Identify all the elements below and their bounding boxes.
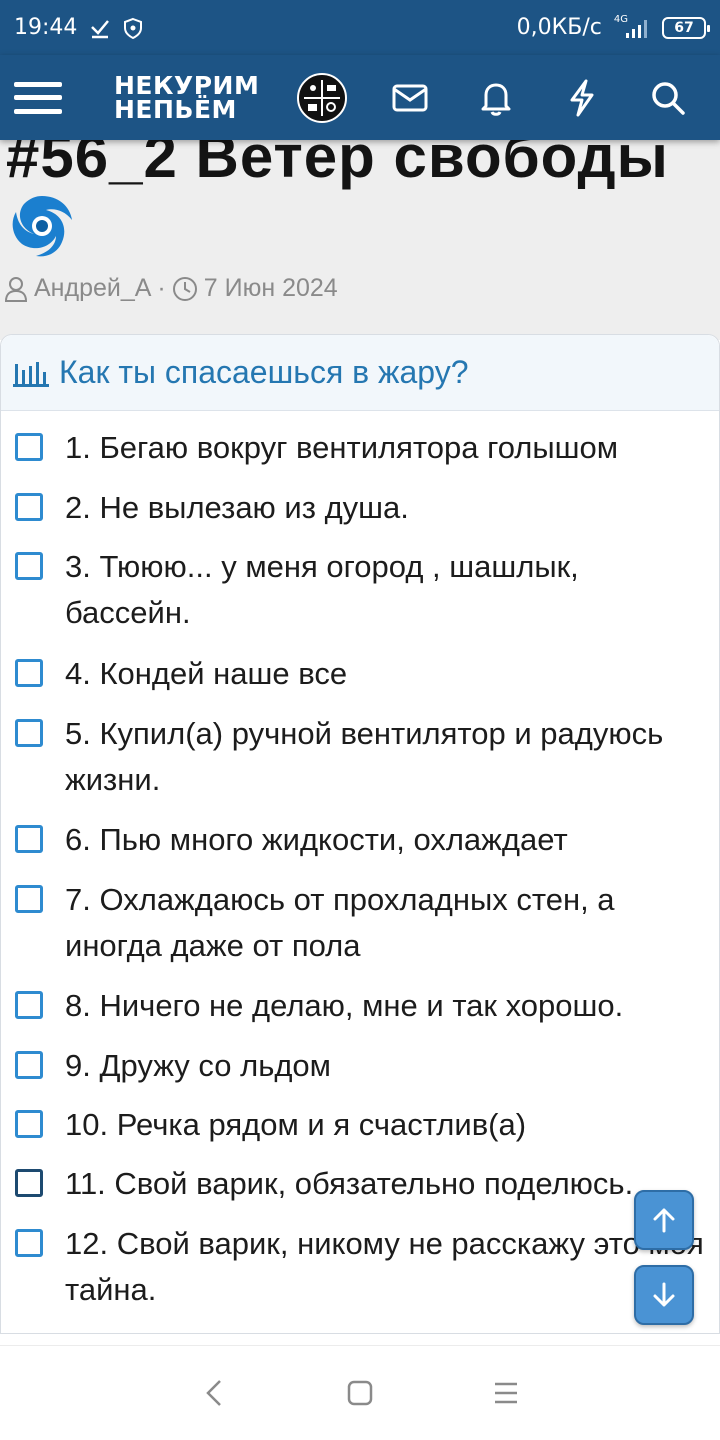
poll-option-4[interactable]: 4. Кондей наше все — [1, 651, 720, 697]
option-label: 2. Не вылезаю из душа. — [65, 490, 409, 525]
option-label: 4. Кондей наше все — [65, 656, 348, 691]
logo-line-1: НЕКУРИМ — [114, 70, 260, 100]
logo-badge-icon — [297, 72, 348, 123]
battery-icon: 67 — [662, 16, 710, 39]
option-checkbox[interactable] — [15, 885, 43, 913]
option-label: 9. Дружу со льдом — [65, 1048, 331, 1083]
lightning-icon[interactable] — [563, 79, 601, 117]
system-nav-bar — [0, 1345, 720, 1440]
back-icon[interactable] — [196, 1375, 232, 1411]
option-checkbox[interactable] — [15, 1169, 43, 1197]
option-label: 10. Речка рядом и я счастлив(а) — [65, 1107, 527, 1142]
home-icon[interactable] — [342, 1375, 378, 1411]
bar-chart-icon — [13, 361, 49, 387]
option-checkbox[interactable] — [15, 719, 43, 747]
scroll-down-button[interactable] — [634, 1265, 694, 1325]
option-checkbox[interactable] — [15, 991, 43, 1019]
status-bar: 19:44 0,0КБ/с 4G 67 — [0, 0, 720, 55]
option-label: 12. Свой варик, никому не расскажу это м… — [65, 1226, 704, 1307]
menu-icon[interactable] — [14, 78, 62, 118]
arrow-up-icon — [653, 1208, 675, 1233]
network-gen: 4G — [613, 14, 628, 25]
poll-header: Как ты спасаешься в жару? — [1, 335, 719, 411]
option-label: 8. Ничего не делаю, мне и так хорошо. — [65, 988, 624, 1023]
poll-question: Как ты спасаешься в жару? — [59, 354, 469, 390]
poll-option-6[interactable]: 6. Пью много жидкости, охлаждает — [1, 817, 720, 863]
poll-option-8[interactable]: 8. Ничего не делаю, мне и так хорошо. — [1, 983, 720, 1029]
poll-option-1[interactable]: 1. Бегаю вокруг вентилятора голышом — [1, 425, 720, 471]
site-logo[interactable]: НЕКУРИМ НЕПЬЁМ — [114, 70, 260, 124]
option-checkbox[interactable] — [15, 493, 43, 521]
option-label: 11. Свой варик, обязательно поделюсь. — [65, 1166, 634, 1201]
poll-option-12[interactable]: 12. Свой варик, никому не расскажу это м… — [1, 1221, 720, 1313]
arrow-down-icon — [653, 1282, 675, 1307]
option-checkbox[interactable] — [15, 552, 43, 580]
poll-option-10[interactable]: 10. Речка рядом и я счастлив(а) — [1, 1102, 720, 1148]
option-label: 5. Купил(а) ручной вентилятор и радуюсь … — [65, 716, 664, 797]
option-checkbox[interactable] — [15, 659, 43, 687]
poll-block: Как ты спасаешься в жару? 1. Бегаю вокру… — [0, 334, 720, 1334]
poll-option-5[interactable]: 5. Купил(а) ручной вентилятор и радуюсь … — [1, 711, 720, 803]
net-speed: 0,0КБ/с — [516, 15, 602, 40]
poll-option-7[interactable]: 7. Охлаждаюсь от прохладных стен, а иног… — [1, 877, 720, 969]
poll-option-9[interactable]: 9. Дружу со льдом — [1, 1043, 720, 1089]
recents-icon[interactable] — [488, 1375, 524, 1411]
option-checkbox[interactable] — [15, 825, 43, 853]
thread-date[interactable]: 7 Июн 2024 — [204, 274, 338, 303]
signal-icon: 4G — [613, 14, 650, 39]
search-icon[interactable] — [649, 79, 687, 117]
status-time: 19:44 — [14, 15, 78, 40]
option-label: 3. Тююю... у меня огород , шашлык, бассе… — [65, 549, 579, 630]
clock-icon — [172, 276, 197, 301]
thread-header: #56_2 Ветер свободы Андрей_А · 7 Июн 202… — [0, 123, 720, 340]
shield-icon — [123, 17, 143, 39]
user-icon — [4, 276, 28, 302]
mail-icon[interactable] — [391, 79, 429, 117]
option-checkbox[interactable] — [15, 1229, 43, 1257]
app-header: НЕКУРИМ НЕПЬЁМ — [0, 55, 720, 140]
option-label: 6. Пью много жидкости, охлаждает — [65, 822, 568, 857]
scroll-up-button[interactable] — [634, 1190, 694, 1250]
option-checkbox[interactable] — [15, 1051, 43, 1079]
thread-author[interactable]: Андрей_А — [34, 274, 151, 303]
option-checkbox[interactable] — [15, 1110, 43, 1138]
bell-icon[interactable] — [477, 79, 515, 117]
thread-meta: Андрей_А · 7 Июн 2024 — [4, 274, 338, 303]
poll-option-2[interactable]: 2. Не вылезаю из душа. — [1, 485, 720, 531]
poll-option-3[interactable]: 3. Тююю... у меня огород , шашлык, бассе… — [1, 544, 720, 636]
check-icon — [89, 17, 111, 39]
option-label: 7. Охлаждаюсь от прохладных стен, а иног… — [65, 882, 615, 963]
option-label: 1. Бегаю вокруг вентилятора голышом — [65, 430, 619, 465]
option-checkbox[interactable] — [15, 433, 43, 461]
meta-separator: · — [157, 274, 166, 302]
logo-line-2: НЕПЬЁМ — [114, 94, 237, 124]
battery-level: 67 — [674, 19, 694, 36]
storm-icon — [6, 190, 78, 262]
poll-option-11[interactable]: 11. Свой варик, обязательно поделюсь. — [1, 1161, 720, 1207]
